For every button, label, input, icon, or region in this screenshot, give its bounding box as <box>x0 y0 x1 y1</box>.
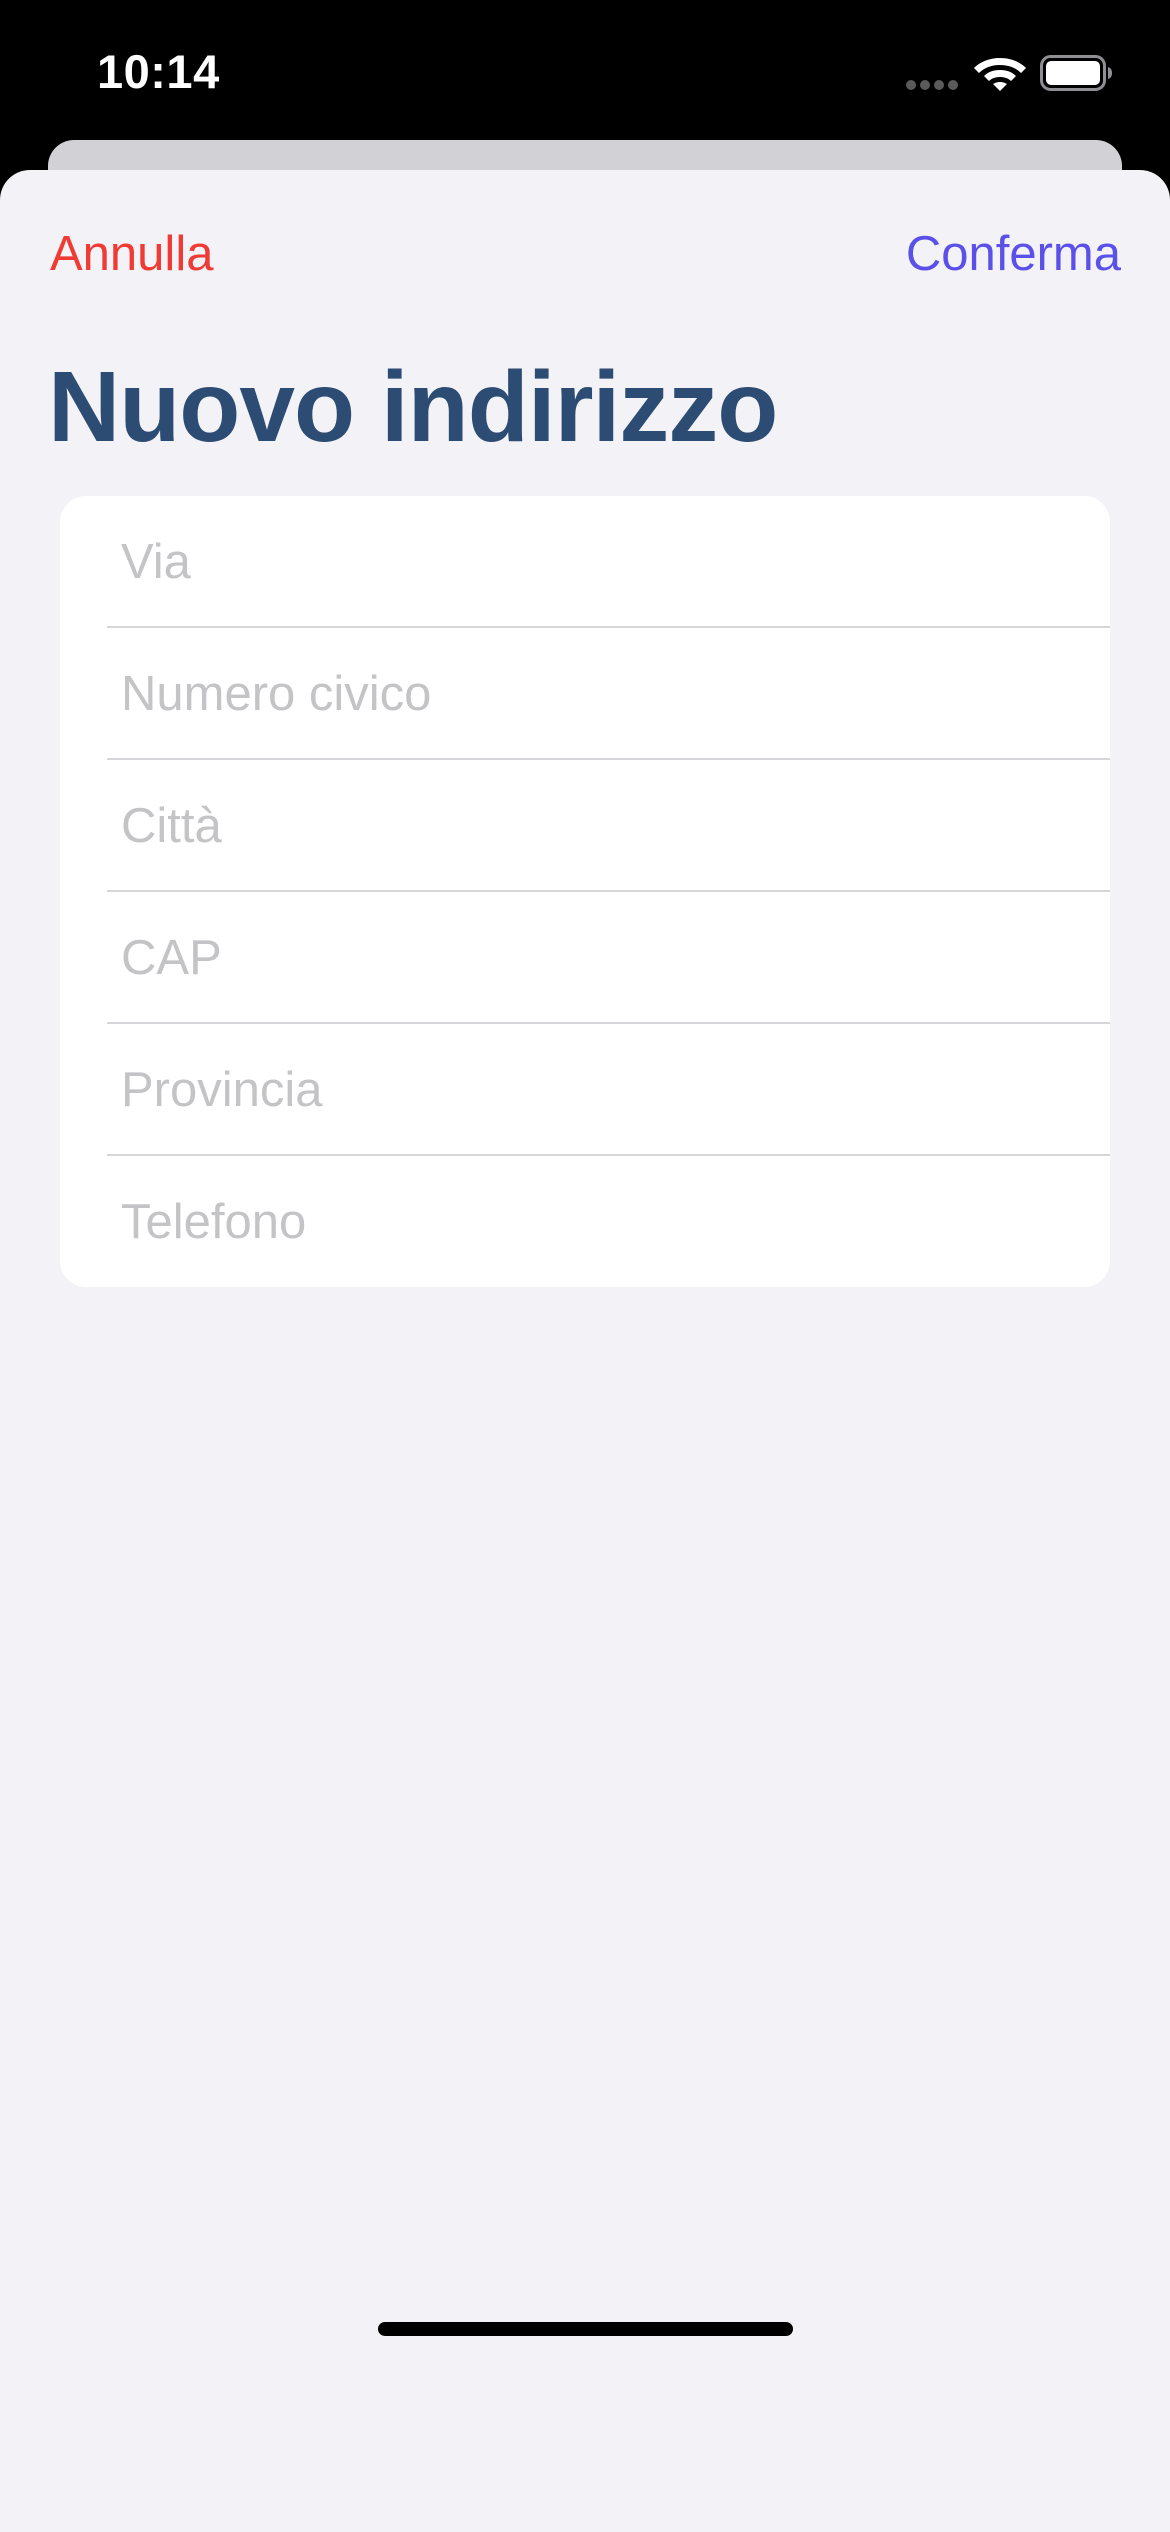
status-bar: 10:14 <box>0 0 1170 140</box>
cellular-signal-icon <box>906 80 958 90</box>
form-row-cap <box>60 892 1110 1024</box>
address-form <box>60 496 1110 1287</box>
modal-sheet: Annulla Conferma Nuovo indirizzo <box>0 170 1170 2532</box>
phone-input[interactable] <box>121 1156 1071 1287</box>
form-row-provincia <box>60 1024 1110 1156</box>
form-row-telefono <box>60 1156 1110 1287</box>
cancel-button[interactable]: Annulla <box>50 226 213 282</box>
page-title: Nuovo indirizzo <box>48 351 778 463</box>
form-row-citta <box>60 760 1110 892</box>
form-row-numero-civico <box>60 628 1110 760</box>
wifi-icon <box>974 58 1026 91</box>
screen: 10:14 Annulla Conferma Nuovo indirizzo <box>0 0 1170 2532</box>
province-input[interactable] <box>121 1024 1071 1156</box>
form-row-via <box>60 496 1110 628</box>
confirm-button[interactable]: Conferma <box>906 226 1121 282</box>
status-time: 10:14 <box>97 45 220 98</box>
street-input[interactable] <box>121 496 1071 628</box>
home-indicator[interactable] <box>378 2322 793 2336</box>
street-number-input[interactable] <box>121 628 1071 760</box>
battery-icon <box>1040 55 1112 91</box>
postal-code-input[interactable] <box>121 892 1071 1024</box>
city-input[interactable] <box>121 760 1071 892</box>
